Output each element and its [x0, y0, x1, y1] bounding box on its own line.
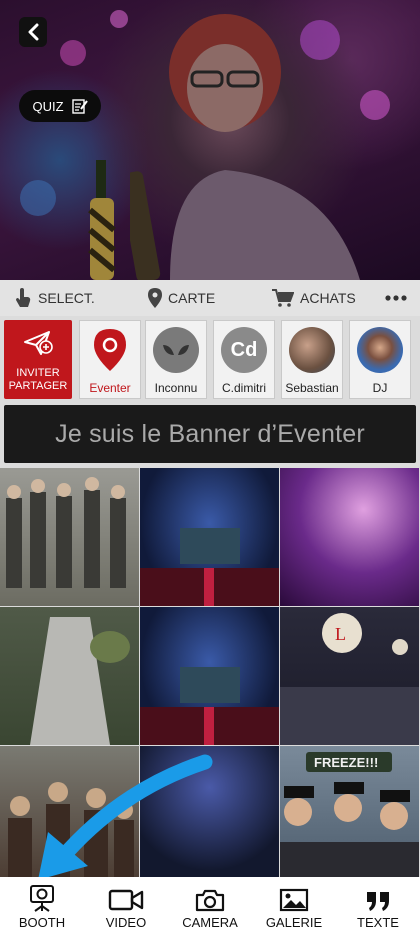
chevron-left-icon [28, 23, 39, 41]
alien-avatar-icon [153, 327, 199, 373]
select-button[interactable]: SELECT. [14, 280, 95, 316]
photo-thumbnail[interactable] [140, 607, 279, 745]
map-label: CARTE [168, 290, 216, 306]
map-button[interactable]: CARTE [148, 280, 215, 316]
contact-name: Eventer [89, 381, 131, 395]
booth-icon [30, 885, 54, 912]
eventer-logo-icon [87, 327, 133, 373]
nav-label: VIDEO [105, 915, 147, 930]
photo-thumbnail[interactable]: FREEZE!!! [280, 746, 419, 878]
nav-label: GALERIE [265, 915, 323, 930]
more-dots-icon [385, 295, 407, 301]
bottom-nav: BOOTH VIDEO CAMERA GALERIE TEXTE [0, 877, 420, 936]
purchases-label: ACHATS [300, 290, 356, 306]
bottle [88, 160, 116, 280]
bokeh-light [20, 180, 56, 216]
video-icon [108, 889, 144, 911]
nav-label: CAMERA [182, 915, 238, 930]
contact-name: Sebastian [285, 381, 339, 395]
invite-label: INVITER [16, 367, 60, 379]
bokeh-light [110, 10, 128, 28]
action-bar: SELECT. CARTE ACHATS [0, 280, 420, 316]
gallery-icon [279, 888, 309, 912]
map-pin-icon [148, 288, 162, 308]
contact-name: Inconnu [154, 381, 198, 395]
photo-thumbnail[interactable] [0, 607, 139, 745]
send-plus-icon [24, 331, 53, 355]
contacts-row: INVITER PARTAGER Eventer Inconnu Cd C.di… [0, 316, 420, 402]
nav-video[interactable]: VIDEO [94, 877, 158, 936]
contact-cdimitri[interactable]: Cd C.dimitri [213, 320, 275, 399]
contact-dj[interactable]: DJ [349, 320, 411, 399]
contact-name: DJ [372, 381, 388, 395]
woman-silhouette [130, 14, 360, 280]
nav-label: BOOTH [18, 915, 66, 930]
edit-icon [71, 99, 88, 114]
more-button[interactable] [385, 280, 407, 316]
camera-icon [195, 889, 225, 912]
freeze-sign-text: FREEZE!!! [314, 755, 378, 770]
nav-text[interactable]: TEXTE [346, 877, 410, 936]
nav-booth[interactable]: BOOTH [10, 877, 74, 936]
photo-thumbnail[interactable] [280, 468, 419, 606]
contact-eventer[interactable]: Eventer [79, 320, 141, 399]
cart-icon [272, 289, 294, 307]
svg-text:L: L [335, 624, 346, 644]
nav-gallery[interactable]: GALERIE [260, 877, 328, 936]
initials-avatar: Cd [221, 327, 267, 373]
promo-banner[interactable]: Je suis le Banner d’Eventer [4, 405, 416, 463]
back-button[interactable] [19, 17, 47, 47]
invite-share-button[interactable]: INVITER PARTAGER [4, 320, 72, 399]
contact-name: C.dimitri [222, 381, 266, 395]
nav-camera[interactable]: CAMERA [176, 877, 244, 936]
cover-photo [0, 0, 420, 280]
avatar [357, 327, 403, 373]
quiz-label: QUIZ [32, 98, 64, 114]
hand-pointer-icon [16, 288, 31, 307]
bokeh-light [60, 40, 86, 66]
purchases-button[interactable]: ACHATS [272, 280, 356, 316]
photo-thumbnail[interactable]: L [280, 607, 419, 745]
avatar-initials: Cd [230, 338, 258, 361]
contact-sebastian[interactable]: Sebastian [281, 320, 343, 399]
quiz-button[interactable]: QUIZ [19, 90, 101, 122]
photo-thumbnail[interactable] [140, 468, 279, 606]
nav-label: TEXTE [357, 915, 399, 930]
banner-text: Je suis le Banner d’Eventer [55, 419, 365, 448]
contact-unknown[interactable]: Inconnu [145, 320, 207, 399]
share-label: PARTAGER [8, 380, 68, 392]
select-label: SELECT. [38, 290, 95, 306]
hint-arrow [38, 754, 213, 880]
avatar [289, 327, 335, 373]
photo-thumbnail[interactable] [0, 468, 139, 606]
quote-icon [367, 892, 389, 911]
